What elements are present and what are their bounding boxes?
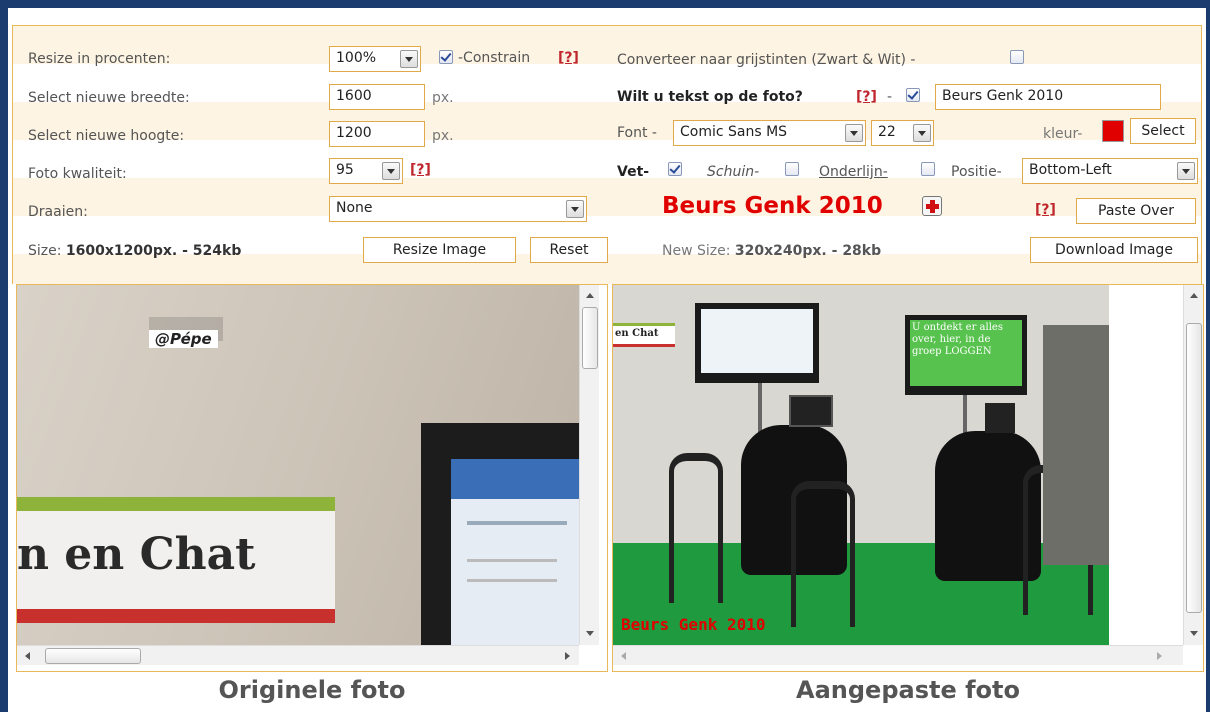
chevron-down-icon [913,124,931,142]
font-size-value: 22 [878,124,896,140]
resize-percent-select[interactable]: 100% [329,46,421,72]
rotate-value: None [336,200,373,216]
font-value: Comic Sans MS [680,124,788,140]
scroll-thumb[interactable] [1186,323,1202,613]
scroll-up-icon[interactable] [586,293,594,298]
bold-checkbox[interactable] [668,162,682,176]
rotate-select[interactable]: None [329,196,587,222]
paste-help-link[interactable]: [?] [1035,202,1056,218]
chevron-down-icon [845,124,863,142]
paste-over-button[interactable]: Paste Over [1076,198,1196,224]
color-swatch[interactable] [1102,120,1124,142]
position-label: Positie- [951,164,1002,180]
add-icon[interactable] [922,196,942,216]
underline-label: Onderlijn- [819,164,888,180]
chevron-down-icon [400,50,418,68]
new-size-value: 320x240px. - 28kb [734,243,882,259]
constrain-checkbox[interactable] [439,50,453,64]
scroll-down-icon[interactable] [586,631,594,636]
sign-text: n en Chat [17,529,256,580]
text-checkbox[interactable] [906,88,920,102]
font-size-select[interactable]: 22 [871,120,934,146]
original-horizontal-scrollbar[interactable] [17,645,579,665]
constrain-help-link[interactable]: [?] [558,50,579,66]
edited-caption: Aangepaste foto [796,676,1020,704]
italic-checkbox[interactable] [785,162,799,176]
color-label: kleur- [1043,126,1083,142]
edited-photo: en Chat U ontdekt er alles over, hier, i… [613,285,1109,645]
edited-sign-text: en Chat [615,328,659,339]
text-input[interactable]: Beurs Genk 2010 [935,84,1161,110]
original-photo-panel: @Pépe n en Chat [16,284,608,672]
original-vertical-scrollbar[interactable] [579,285,599,645]
scroll-left-icon[interactable] [621,652,626,660]
position-value: Bottom-Left [1029,162,1112,178]
chevron-down-icon [566,200,584,218]
size-value: 1600x1200px. - 524kb [65,243,242,259]
scroll-right-icon[interactable] [1157,652,1162,660]
scroll-thumb[interactable] [45,648,141,664]
quality-label: Foto kwaliteit: [28,166,127,182]
resize-percent-label: Resize in procenten: [28,51,171,67]
right-monitor-shape: U ontdekt er alles over, hier, in de gro… [905,315,1027,395]
quality-value: 95 [336,162,354,178]
width-label: Select nieuwe breedte: [28,90,190,106]
text-help-link[interactable]: [?] [856,89,877,105]
text-preview: Beurs Genk 2010 [662,193,883,219]
monitor-shape [421,423,579,645]
quality-help-link[interactable]: [?] [410,162,431,178]
resize-image-button[interactable]: Resize Image [363,237,516,263]
scroll-right-icon[interactable] [565,652,570,660]
grayscale-checkbox[interactable] [1010,50,1024,64]
italic-label: Schuin- [707,164,760,180]
text-question-label: Wilt u tekst op de foto? [617,89,803,105]
height-input[interactable]: 1200 [329,121,425,147]
watermark-label: @Pépe [149,330,218,348]
size-prefix: Size: [28,243,62,259]
original-photo: @Pépe n en Chat [17,285,579,645]
width-input[interactable]: 1600 [329,84,425,110]
chevron-down-icon [382,162,400,180]
new-size-prefix: New Size: [662,243,731,259]
scroll-left-icon[interactable] [25,652,30,660]
bold-label: Vet- [617,164,650,180]
edited-photo-panel: en Chat U ontdekt er alles over, hier, i… [612,284,1204,672]
original-caption: Originele foto [218,676,406,704]
scroll-thumb[interactable] [582,307,598,369]
overlay-text: Beurs Genk 2010 [621,615,766,634]
grayscale-label: Converteer naar grijstinten (Zwart & Wit… [617,52,916,68]
rotate-label: Draaien: [28,204,88,220]
height-label: Select nieuwe hoogte: [28,128,185,144]
left-monitor-shape [695,303,819,383]
select-color-button[interactable]: Select [1130,118,1196,144]
edited-vertical-scrollbar[interactable] [1183,285,1203,645]
quality-select[interactable]: 95 [329,158,403,184]
new-size-info: New Size: 320x240px. - 28kb [662,243,881,259]
scroll-down-icon[interactable] [1190,631,1198,636]
scroll-up-icon[interactable] [1190,293,1198,298]
height-unit: px. [432,128,454,144]
resize-percent-value: 100% [336,50,377,66]
edited-horizontal-scrollbar[interactable] [613,645,1183,665]
reset-button[interactable]: Reset [530,237,608,263]
underline-checkbox[interactable] [921,162,935,176]
chevron-down-icon [1177,162,1195,180]
width-unit: px. [432,90,454,106]
screen-text: U ontdekt er alles over, hier, in de gro… [912,322,1003,357]
font-select[interactable]: Comic Sans MS [673,120,866,146]
size-info: Size: 1600x1200px. - 524kb [28,243,241,259]
download-image-button[interactable]: Download Image [1030,237,1198,263]
position-select[interactable]: Bottom-Left [1022,158,1198,184]
constrain-label: -Constrain [458,50,531,66]
font-label: Font - [617,125,657,141]
